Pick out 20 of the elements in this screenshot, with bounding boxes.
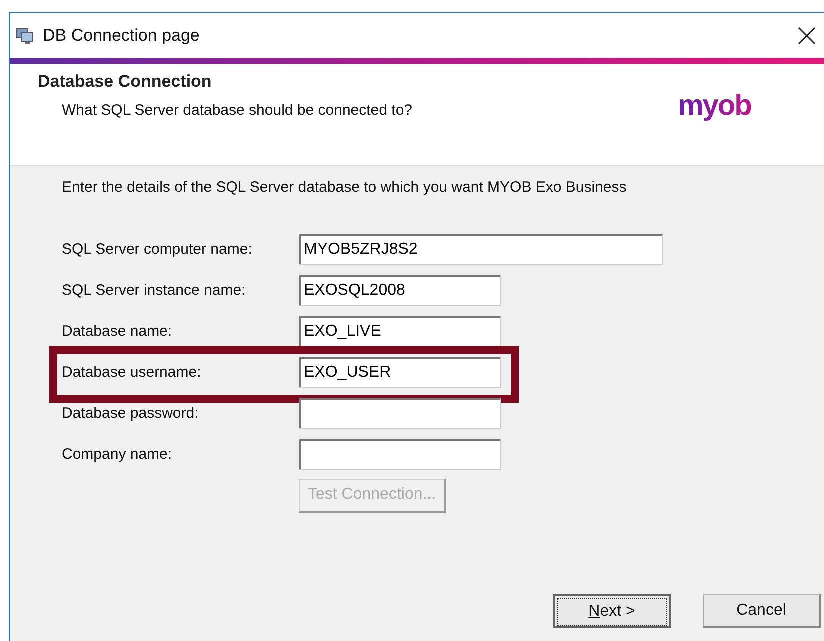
page-subtitle: What SQL Server database should be connected to?	[62, 102, 414, 119]
input-field[interactable]: EXOSQL2008	[299, 275, 501, 306]
field-label: Database name:	[62, 323, 174, 340]
dialog-button[interactable]: Next >	[553, 594, 671, 628]
input-field[interactable]: EXO_USER	[299, 357, 501, 388]
input-field[interactable]: EXO_LIVE	[299, 316, 501, 347]
window-title: DB Connection page	[43, 26, 201, 46]
field-label: Database username:	[62, 364, 202, 381]
field-label: Database password:	[62, 405, 200, 422]
field-label: SQL Server computer name:	[62, 241, 254, 258]
dialog-button[interactable]: Cancel	[703, 594, 821, 628]
field-label: SQL Server instance name:	[62, 282, 247, 299]
intro-text: Enter the details of the SQL Server database to which you want MYOB Exo Business	[62, 179, 628, 196]
page-title: Database Connection	[38, 72, 213, 92]
input-field[interactable]: MYOB5ZRJ8S2	[299, 234, 663, 265]
input-field[interactable]	[299, 439, 501, 470]
computer-icon	[16, 26, 34, 44]
input-field[interactable]	[299, 398, 501, 429]
field-label: Company name:	[62, 446, 174, 463]
close-icon[interactable]	[798, 26, 816, 44]
